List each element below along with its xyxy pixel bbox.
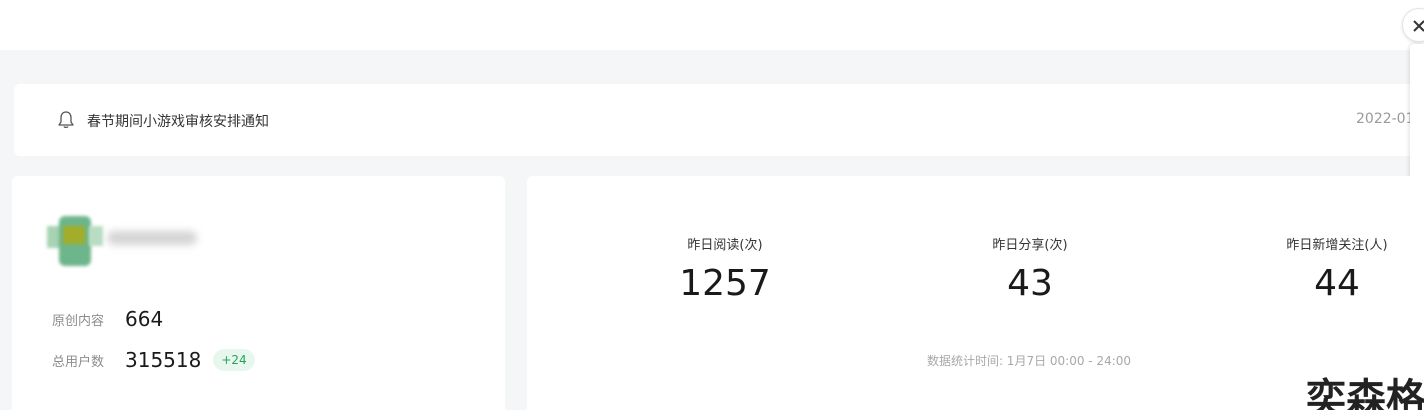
metric-value: 43 (1007, 263, 1053, 304)
notice-date: 2022-01 (1356, 111, 1415, 127)
metric-new-followers: 昨日新增关注(人) 44 (1237, 234, 1424, 304)
stat-value: 315518 (125, 348, 202, 372)
account-card: 原创内容 664 总用户数 315518 +24 (12, 176, 505, 410)
stat-value: 664 (125, 307, 164, 331)
original-content-stat: 原创内容 664 (52, 307, 163, 331)
growth-badge: +24 (213, 349, 255, 371)
notice-bar[interactable]: 春节期间小游戏审核安排通知 2022-01 (14, 84, 1424, 156)
bell-icon (58, 111, 74, 129)
watermark: 奕森格 (1306, 376, 1424, 410)
close-icon (1413, 20, 1424, 32)
notice-title[interactable]: 春节期间小游戏审核安排通知 (87, 111, 269, 131)
stats-time-note: 数据统计时间: 1月7日 00:00 - 24:00 (926, 354, 1132, 368)
metric-value: 1257 (679, 263, 771, 304)
account-name-redacted (107, 231, 197, 245)
stat-label: 总用户数 (52, 354, 105, 370)
metric-shares: 昨日分享(次) 43 (930, 234, 1130, 304)
metrics-card: 昨日阅读(次) 1257 昨日分享(次) 43 昨日新增关注(人) 44 数据统… (527, 176, 1424, 410)
metric-label: 昨日新增关注(人) (1286, 238, 1388, 253)
metric-value: 44 (1314, 263, 1360, 304)
top-bar (0, 0, 1424, 50)
metric-label: 昨日分享(次) (992, 238, 1068, 253)
metric-reads: 昨日阅读(次) 1257 (625, 234, 825, 304)
stat-label: 原创内容 (52, 313, 105, 329)
metric-label: 昨日阅读(次) (687, 238, 763, 253)
avatar[interactable] (45, 216, 105, 266)
total-users-stat: 总用户数 315518 +24 (52, 348, 255, 372)
